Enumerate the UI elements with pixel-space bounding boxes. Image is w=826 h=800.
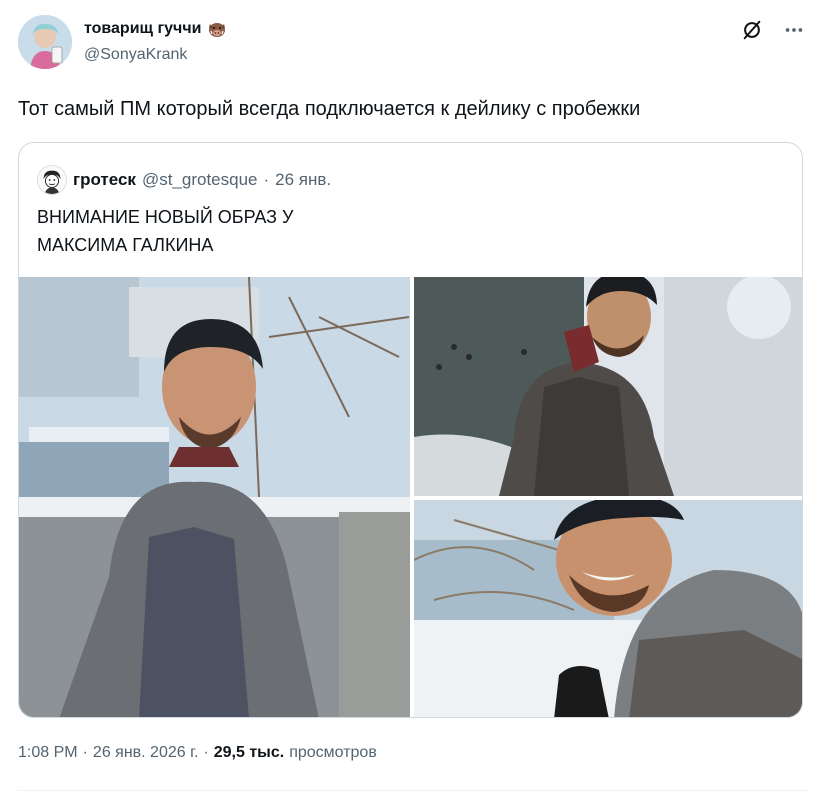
- views-label: просмотров: [289, 744, 377, 761]
- tweet-time[interactable]: 1:08 PM: [18, 744, 78, 762]
- views-count[interactable]: 29,5 тыс.: [214, 744, 284, 762]
- quote-author-name[interactable]: гротеск: [73, 170, 136, 190]
- more-dots-icon[interactable]: [782, 18, 806, 42]
- meta-separator: ·: [203, 744, 209, 761]
- quote-date[interactable]: 26 янв.: [275, 170, 331, 190]
- photo-bottom-right[interactable]: [414, 500, 802, 717]
- divider: [18, 790, 808, 791]
- boar-emoji-icon: [207, 20, 227, 38]
- meta-separator: ·: [82, 744, 88, 761]
- author-avatar[interactable]: [18, 15, 72, 69]
- quote-separator: ·: [263, 170, 270, 189]
- quote-text-line: МАКСИМА ГАЛКИНА: [37, 235, 214, 255]
- tweet-meta: 1:08 PM · 26 янв. 2026 г. · 29,5 тыс. пр…: [18, 744, 377, 762]
- quoted-tweet[interactable]: гротеск @st_grotesque · 26 янв. ВНИМАНИЕ…: [18, 142, 803, 718]
- grok-icon[interactable]: [740, 18, 764, 42]
- author-name[interactable]: товарищ гуччи: [84, 18, 201, 40]
- tweet-date[interactable]: 26 янв. 2026 г.: [93, 744, 199, 762]
- quote-author-avatar[interactable]: [37, 165, 67, 195]
- quote-author-handle[interactable]: @st_grotesque: [142, 170, 258, 190]
- tweet-text: Тот самый ПМ который всегда подключается…: [18, 98, 641, 120]
- photo-left[interactable]: [19, 277, 410, 717]
- media-grid: [19, 277, 802, 717]
- photo-top-right[interactable]: [414, 277, 802, 496]
- quote-text-line: ВНИМАНИЕ НОВЫЙ ОБРАЗ У: [37, 207, 294, 227]
- author-handle[interactable]: @SonyaKrank: [84, 44, 227, 66]
- quote-text: ВНИМАНИЕ НОВЫЙ ОБРАЗ У МАКСИМА ГАЛКИНА: [37, 203, 737, 259]
